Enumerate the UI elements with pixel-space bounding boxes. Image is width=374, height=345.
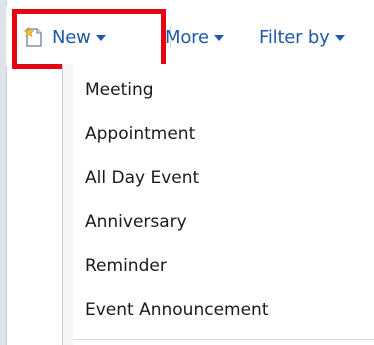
menu-bottom-separator	[73, 339, 374, 340]
chevron-down-icon	[334, 35, 345, 41]
menu-gutter	[63, 64, 73, 345]
menu-item-reminder[interactable]: Reminder	[85, 248, 167, 284]
chevron-down-icon	[95, 35, 106, 41]
menu-item-event-announcement[interactable]: Event Announcement	[85, 292, 269, 328]
new-item-icon	[23, 26, 44, 48]
more-button-label: More	[165, 26, 209, 48]
menu-item-anniversary[interactable]: Anniversary	[85, 204, 187, 240]
menu-item-all-day-event[interactable]: All Day Event	[85, 160, 199, 196]
new-dropdown-menu: Meeting Appointment All Day Event Annive…	[62, 64, 374, 345]
filter-by-button[interactable]: Filter by	[259, 20, 345, 54]
menu-item-meeting[interactable]: Meeting	[85, 72, 154, 108]
new-button-label: New	[52, 26, 91, 48]
filter-by-button-label: Filter by	[259, 26, 330, 48]
menu-item-appointment[interactable]: Appointment	[85, 116, 195, 152]
chevron-down-icon	[213, 35, 224, 41]
calendar-toolbar: New More Filter by	[6, 6, 374, 69]
new-button[interactable]: New	[23, 20, 106, 54]
more-button[interactable]: More	[165, 20, 224, 54]
